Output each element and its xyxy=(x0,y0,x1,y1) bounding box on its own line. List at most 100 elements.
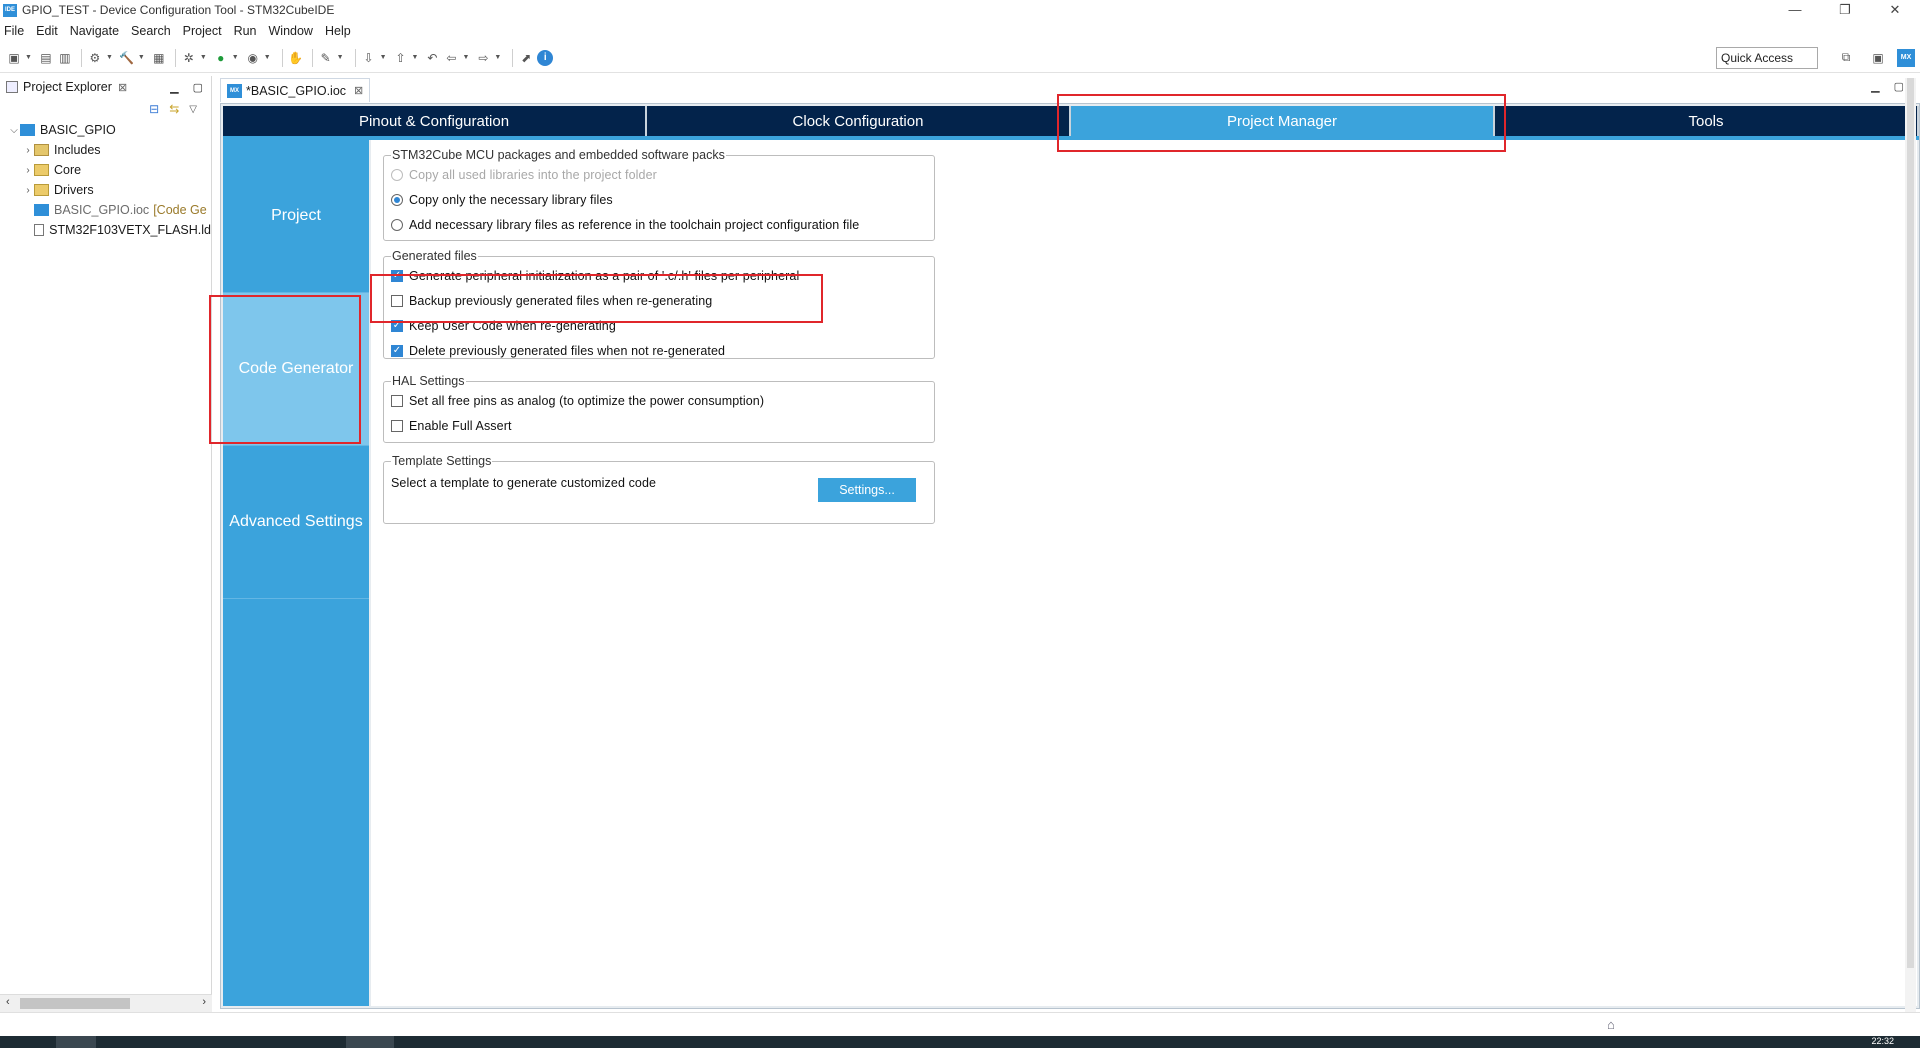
save-all-icon[interactable]: ▥ xyxy=(57,50,73,66)
scroll-right-icon[interactable]: › xyxy=(202,996,206,1008)
minimize-editor-icon[interactable]: ▁ xyxy=(1871,80,1879,93)
checkbox[interactable]: ✓ xyxy=(391,344,403,357)
close-tab-icon[interactable]: ⊠ xyxy=(354,84,363,97)
run-dropdown-icon[interactable]: ▼ xyxy=(232,54,239,61)
new-dropdown-icon[interactable]: ▼ xyxy=(25,54,32,61)
next-annotation-dropdown-icon[interactable]: ▼ xyxy=(380,54,387,61)
tab-tools[interactable]: Tools xyxy=(1495,106,1919,136)
menu-navigate[interactable]: Navigate xyxy=(70,24,119,38)
collapsed-arrow-icon[interactable]: › xyxy=(22,185,34,196)
editor-vertical-scrollbar[interactable] xyxy=(1905,78,1916,1013)
option-free-pins-analog[interactable]: Set all free pins as analog (to optimize… xyxy=(391,388,927,413)
tree-item-core[interactable]: › Core xyxy=(0,160,211,180)
tab-pinout-configuration[interactable]: Pinout & Configuration xyxy=(223,106,647,136)
option-peripheral-pair-files[interactable]: ✓ Generate peripheral initialization as … xyxy=(391,263,927,288)
tree-item-ioc[interactable]: BASIC_GPIO.ioc [Code Ge xyxy=(0,200,211,220)
taskbar-item[interactable] xyxy=(56,1036,96,1048)
explorer-horizontal-scrollbar[interactable]: ‹ › xyxy=(0,994,212,1012)
minimize-view-icon[interactable]: ▁ xyxy=(170,81,178,94)
project-explorer-title[interactable]: Project Explorer xyxy=(23,80,112,94)
binary-icon[interactable]: ▦ xyxy=(151,50,167,66)
nav-code-generator[interactable]: Code Generator xyxy=(223,293,369,446)
forward-icon[interactable]: ⇨ xyxy=(475,50,491,66)
prev-annotation-dropdown-icon[interactable]: ▼ xyxy=(412,54,419,61)
tab-project-manager[interactable]: Project Manager xyxy=(1071,106,1495,136)
taskbar-item[interactable] xyxy=(346,1036,394,1048)
tree-item-drivers[interactable]: › Drivers xyxy=(0,180,211,200)
device-config-icon[interactable]: ✋ xyxy=(288,50,304,66)
menu-file[interactable]: File xyxy=(4,24,24,38)
mx-perspective-icon[interactable]: MX xyxy=(1897,49,1915,67)
menu-edit[interactable]: Edit xyxy=(36,24,58,38)
run-icon[interactable]: ● xyxy=(213,50,229,66)
maximize-view-icon[interactable]: ▢ xyxy=(193,81,203,94)
nav-project[interactable]: Project xyxy=(223,140,369,293)
checkbox[interactable]: ✓ xyxy=(391,319,403,332)
tree-item-includes[interactable]: › Includes xyxy=(0,140,211,160)
debug-icon[interactable]: ✲ xyxy=(181,50,197,66)
radio-button[interactable] xyxy=(391,218,403,231)
back-dropdown-icon[interactable]: ▼ xyxy=(462,54,469,61)
settings-icon[interactable]: ⚙ xyxy=(87,50,103,66)
tree-item-linker-script[interactable]: STM32F103VETX_FLASH.ld xyxy=(0,220,211,240)
back-icon[interactable]: ⇦ xyxy=(443,50,459,66)
prev-annotation-icon[interactable]: ⇧ xyxy=(393,50,409,66)
forward-dropdown-icon[interactable]: ▼ xyxy=(494,54,501,61)
editor-tab-ioc[interactable]: MX *BASIC_GPIO.ioc ⊠ xyxy=(220,78,371,102)
collapse-all-icon[interactable]: ⊟ xyxy=(149,102,159,116)
maximize-editor-icon[interactable]: ▢ xyxy=(1894,80,1904,93)
new-icon[interactable]: ▣ xyxy=(6,50,22,66)
option-enable-full-assert[interactable]: Enable Full Assert xyxy=(391,413,927,438)
option-copy-all-libraries[interactable]: Copy all used libraries into the project… xyxy=(391,162,927,187)
template-settings-button[interactable]: Settings... xyxy=(818,478,916,502)
build-icon[interactable]: 🔨 xyxy=(119,50,135,66)
external-tools-icon[interactable]: ◉ xyxy=(245,50,261,66)
build-dropdown-icon[interactable]: ▼ xyxy=(138,54,145,61)
restore-icon[interactable]: ❐ xyxy=(1820,0,1870,20)
collapsed-arrow-icon[interactable]: › xyxy=(22,145,34,156)
radio-button[interactable] xyxy=(391,193,403,206)
option-delete-generated-files[interactable]: ✓ Delete previously generated files when… xyxy=(391,338,927,363)
option-add-as-reference[interactable]: Add necessary library files as reference… xyxy=(391,212,927,237)
checkbox[interactable] xyxy=(391,294,403,307)
cpp-perspective-icon[interactable]: ▣ xyxy=(1870,50,1886,66)
external-tools-dropdown-icon[interactable]: ▼ xyxy=(264,54,271,61)
checkbox[interactable] xyxy=(391,394,403,407)
option-keep-user-code[interactable]: ✓ Keep User Code when re-generating xyxy=(391,313,927,338)
expanded-arrow-icon[interactable]: ⌵ xyxy=(8,125,20,136)
open-perspective-icon[interactable]: ⧉ xyxy=(1838,49,1854,65)
checkbox[interactable] xyxy=(391,419,403,432)
tab-clock-configuration[interactable]: Clock Configuration xyxy=(647,106,1071,136)
collapsed-arrow-icon[interactable]: › xyxy=(22,165,34,176)
background-tasks-icon[interactable]: ⌂ xyxy=(1607,1017,1615,1032)
save-icon[interactable]: ▤ xyxy=(38,50,54,66)
scrollbar-thumb[interactable] xyxy=(20,998,130,1009)
last-edit-icon[interactable]: ↶ xyxy=(424,50,440,66)
debug-dropdown-icon[interactable]: ▼ xyxy=(200,54,207,61)
checkbox[interactable]: ✓ xyxy=(391,269,403,282)
menu-project[interactable]: Project xyxy=(183,24,222,38)
menu-help[interactable]: Help xyxy=(325,24,351,38)
nav-advanced-settings[interactable]: Advanced Settings xyxy=(223,446,369,599)
radio-button[interactable] xyxy=(391,168,403,181)
close-icon[interactable]: ✕ xyxy=(1870,0,1920,20)
menu-window[interactable]: Window xyxy=(269,24,313,38)
link-editor-icon[interactable]: ⇆ xyxy=(169,102,179,116)
pen-dropdown-icon[interactable]: ▼ xyxy=(337,54,344,61)
scroll-left-icon[interactable]: ‹ xyxy=(6,996,10,1008)
settings-dropdown-icon[interactable]: ▼ xyxy=(106,54,113,61)
option-copy-necessary-files[interactable]: Copy only the necessary library files xyxy=(391,187,927,212)
menu-run[interactable]: Run xyxy=(234,24,257,38)
info-icon[interactable]: i xyxy=(537,49,554,66)
pen-icon[interactable]: ✎ xyxy=(318,50,334,66)
quick-access-field[interactable]: Quick Access xyxy=(1716,47,1818,69)
open-perspective-icon[interactable]: ⬈ xyxy=(518,50,534,66)
close-tab-icon[interactable]: ⊠ xyxy=(118,81,127,94)
scrollbar-thumb[interactable] xyxy=(1907,78,1914,968)
option-backup-generated-files[interactable]: Backup previously generated files when r… xyxy=(391,288,927,313)
tree-item-project[interactable]: ⌵ BASIC_GPIO xyxy=(0,120,211,140)
next-annotation-icon[interactable]: ⇩ xyxy=(361,50,377,66)
view-menu-icon[interactable]: ▽ xyxy=(189,104,197,115)
minimize-icon[interactable]: — xyxy=(1770,0,1820,20)
menu-search[interactable]: Search xyxy=(131,24,171,38)
